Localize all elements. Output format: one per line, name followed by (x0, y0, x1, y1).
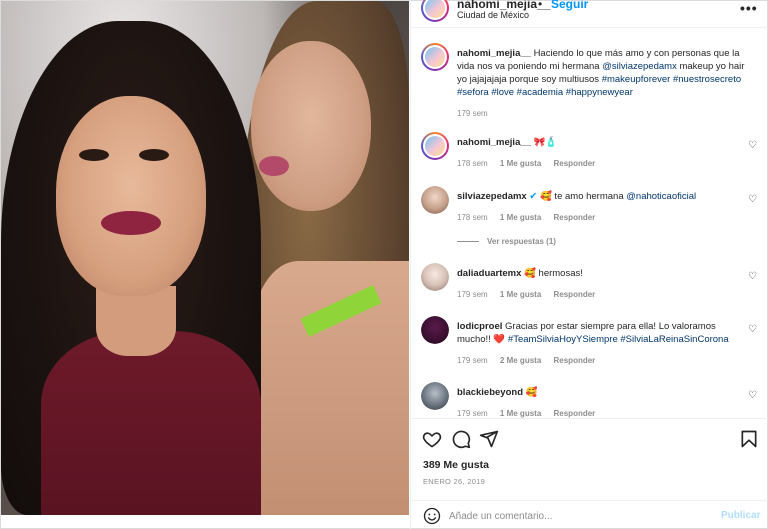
comment-username[interactable]: lodicproel (457, 321, 502, 332)
comment-time[interactable]: 179 sem (457, 356, 488, 365)
location-link[interactable]: Ciudad de México (457, 10, 529, 20)
photo-body-right (251, 261, 409, 515)
comment-icon[interactable] (451, 429, 471, 449)
post-photo[interactable] (1, 1, 409, 515)
caption-mention[interactable]: @silviazepedamx (602, 61, 677, 72)
comment-time[interactable]: 178 sem (457, 213, 488, 222)
heart-icon[interactable]: ♡ (748, 271, 757, 282)
comment-username[interactable]: blackiebeyond (457, 387, 523, 398)
view-replies-button[interactable]: Ver respuestas (1) (457, 237, 556, 246)
photo-face-right (251, 41, 371, 211)
reply-button[interactable]: Responder (554, 409, 596, 418)
reply-button[interactable]: Responder (554, 290, 596, 299)
comment-body: 🥰 te amo hermana (539, 191, 624, 202)
comment-likes[interactable]: 1 Me gusta (500, 159, 541, 168)
comments-list[interactable]: nahomi_mejia__ Haciendo lo que más amo y… (411, 29, 768, 418)
avatar[interactable] (421, 43, 449, 71)
post-date[interactable]: ENERO 26, 2019 (423, 477, 485, 486)
action-bar (411, 418, 768, 458)
comment-username[interactable]: daliaduartemx (457, 268, 521, 279)
photo-lips-right (259, 156, 289, 176)
comment-likes[interactable]: 1 Me gusta (500, 213, 541, 222)
comment-composer: Publicar (411, 500, 768, 529)
comment-likes[interactable]: 1 Me gusta (500, 409, 541, 418)
caption-time[interactable]: 179 sem (457, 109, 488, 118)
post-button[interactable]: Publicar (721, 510, 760, 521)
photo-face-left (56, 96, 206, 296)
reply-button[interactable]: Responder (554, 356, 596, 365)
comment-time[interactable]: 179 sem (457, 409, 488, 418)
photo-lips-left (101, 211, 161, 235)
follow-button[interactable]: Seguir (551, 0, 588, 11)
avatar[interactable] (421, 316, 449, 344)
comment-likes[interactable]: 2 Me gusta (500, 356, 541, 365)
photo-eye (79, 149, 109, 161)
caption-username[interactable]: nahomi_mejia__ (457, 48, 531, 59)
caption-meta: 179 sem (457, 109, 498, 118)
comment-meta: 178 sem 1 Me gusta Responder (457, 213, 605, 222)
comment-text: daliaduartemx 🥰 hermosas! (457, 267, 747, 280)
comment-body: 🎀🧴 (533, 137, 558, 148)
comment-input[interactable] (449, 506, 699, 526)
avatar[interactable] (421, 382, 449, 410)
post-details-panel: nahomi_mejia__ • Seguir Ciudad de México… (410, 0, 768, 529)
photo-neck (96, 286, 176, 356)
comment-username[interactable]: silviazepedamx (457, 191, 527, 202)
comment-username[interactable]: nahomi_mejia__ (457, 137, 531, 148)
heart-icon[interactable]: ♡ (748, 390, 757, 401)
avatar[interactable] (421, 263, 449, 291)
send-icon[interactable] (479, 429, 499, 449)
comment-time[interactable]: 178 sem (457, 159, 488, 168)
comment-text: silviazepedamx ✔ 🥰 te amo hermana @nahot… (457, 190, 747, 203)
comment-text: nahomi_mejia__ 🎀🧴 (457, 136, 747, 149)
comment-text: lodicproel Gracias por estar siempre par… (457, 320, 747, 346)
reply-button[interactable]: Responder (554, 213, 596, 222)
comment-meta: 178 sem 1 Me gusta Responder (457, 159, 605, 168)
more-options-icon[interactable]: ••• (740, 0, 758, 16)
comment-text: blackiebeyond 🥰 (457, 386, 747, 399)
comment-meta: 179 sem 2 Me gusta Responder (457, 356, 605, 365)
avatar[interactable] (421, 186, 449, 214)
comment-mention[interactable]: @nahoticaoficial (626, 191, 696, 202)
likes-count[interactable]: 389 Me gusta (423, 459, 489, 471)
photo-dress (41, 331, 261, 515)
avatar[interactable] (421, 0, 449, 22)
avatar[interactable] (421, 132, 449, 160)
comment-body: 🥰 hermosas! (524, 268, 583, 279)
comment-hashtags[interactable]: #TeamSilviaHoyYSiempre #SilviaLaReinaSin… (508, 334, 729, 345)
heart-icon[interactable]: ♡ (748, 324, 757, 335)
comment-time[interactable]: 179 sem (457, 290, 488, 299)
comment-likes[interactable]: 1 Me gusta (500, 290, 541, 299)
heart-icon[interactable] (422, 429, 442, 449)
view-replies-label: Ver respuestas (1) (487, 237, 556, 246)
bookmark-icon[interactable] (739, 429, 759, 449)
header-separator: • (538, 0, 543, 11)
caption-text: nahomi_mejia__ Haciendo lo que más amo y… (457, 47, 747, 99)
emoji-icon[interactable] (423, 507, 441, 525)
comment-meta: 179 sem 1 Me gusta Responder (457, 290, 605, 299)
reply-button[interactable]: Responder (554, 159, 596, 168)
heart-icon[interactable]: ♡ (748, 140, 757, 151)
photo-eye (139, 149, 169, 161)
comment-body: 🥰 (525, 387, 538, 398)
comment-meta: 179 sem 1 Me gusta Responder (457, 409, 605, 418)
heart-icon[interactable]: ♡ (748, 194, 757, 205)
replies-divider (457, 241, 479, 243)
post-header: nahomi_mejia__ • Seguir Ciudad de México… (411, 0, 768, 28)
verified-icon: ✔ (529, 191, 538, 202)
